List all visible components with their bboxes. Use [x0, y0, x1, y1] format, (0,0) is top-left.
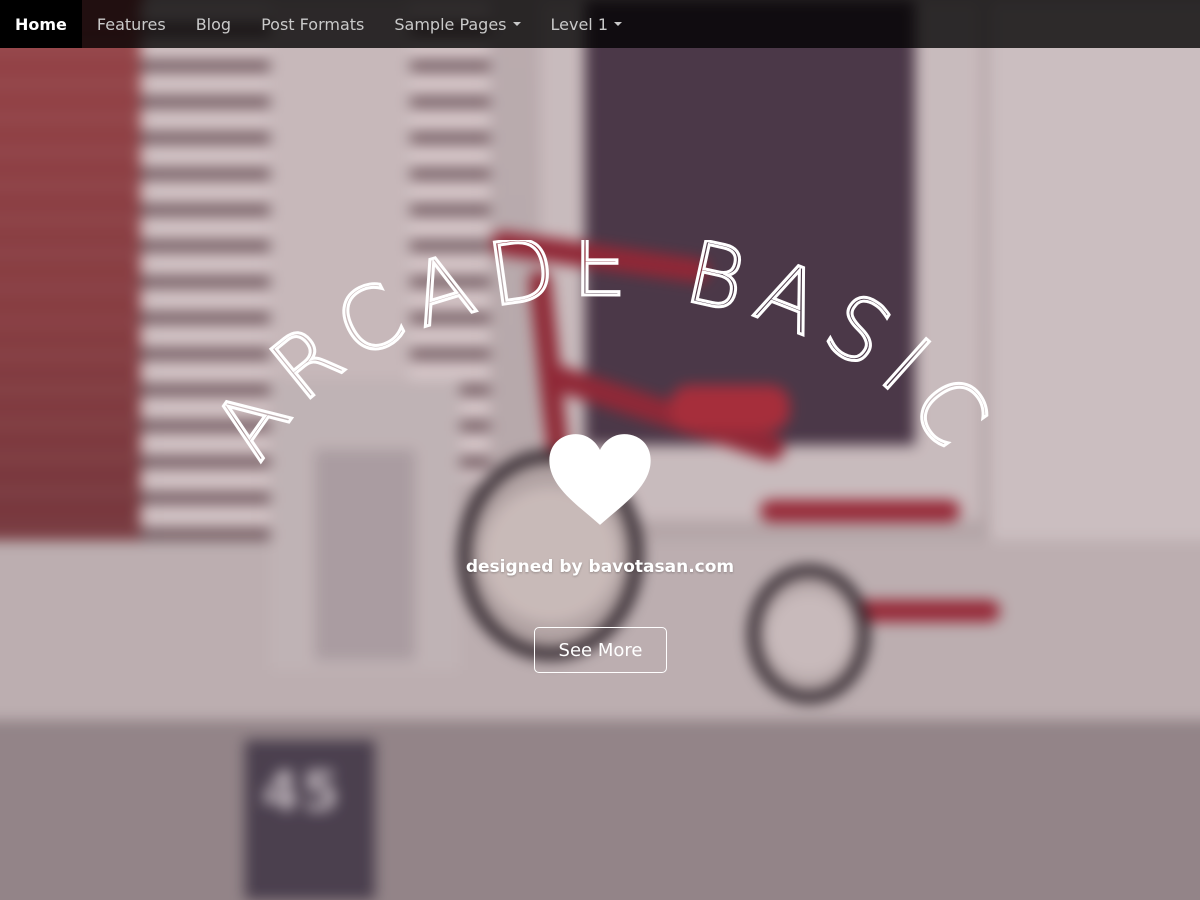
main-navbar: Home Features Blog Post Formats Sample P… [0, 0, 1200, 48]
nav-features-label: Features [96, 14, 166, 34]
nav-home[interactable]: Home [0, 0, 82, 48]
nav-post-formats[interactable]: Post Formats [246, 0, 379, 48]
heart-icon [549, 434, 651, 525]
nav-level-1-label: Level 1 [550, 14, 609, 34]
caret-down-icon [512, 22, 521, 26]
see-more-button[interactable]: See More [534, 627, 667, 673]
nav-home-label: Home [15, 14, 67, 34]
nav-features[interactable]: Features [82, 0, 181, 48]
nav-level-1[interactable]: Level 1 [536, 0, 638, 48]
caret-down-icon [614, 22, 623, 26]
tagline: designed by bavotasan.com [465, 557, 735, 577]
nav-blog-label: Blog [195, 14, 232, 34]
nav-sample-pages[interactable]: Sample Pages [379, 0, 535, 48]
nav-sample-pages-label: Sample Pages [394, 14, 507, 34]
nav-blog[interactable]: Blog [181, 0, 246, 48]
nav-post-formats-label: Post Formats [261, 14, 365, 34]
